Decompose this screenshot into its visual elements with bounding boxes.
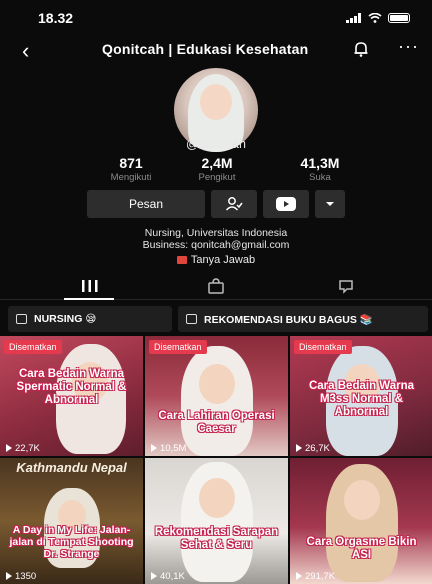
- content-tabs: [0, 274, 432, 300]
- video-caption: Cara Orgasme Bikin ASI: [306, 536, 417, 562]
- video-grid: Disematkan Cara Bedain Warna Spermatic N…: [0, 336, 432, 584]
- video-top-caption: Kathmandu Nepal: [16, 460, 127, 475]
- message-button[interactable]: Pesan: [87, 190, 205, 218]
- video-tile[interactable]: Rekomendasi Sarapan Sehat & Seru 40,1K: [145, 458, 288, 584]
- video-views: 10,5M: [151, 443, 186, 454]
- video-tile[interactable]: Disematkan Cara Bedain Warna M3ss Normal…: [290, 336, 432, 456]
- chevron-down-icon: [326, 202, 334, 206]
- playlist-icon: [16, 314, 27, 324]
- stat-likes-label: Suka: [309, 172, 331, 183]
- video-view-count: 10,5M: [160, 443, 187, 454]
- add-friend-icon: [225, 197, 243, 211]
- playlist-icon: [186, 314, 197, 324]
- video-caption: Cara Bedain Warna Spermatic Normal & Abn…: [16, 368, 127, 407]
- video-tile[interactable]: Disematkan Cara Lahiran Operasi Caesar 1…: [145, 336, 288, 456]
- video-caption: Cara Bedain Warna M3ss Normal & Abnormal: [308, 380, 415, 419]
- play-icon: [296, 444, 302, 453]
- pinned-badge: Disematkan: [294, 340, 352, 354]
- qa-label: Tanya Jawab: [190, 254, 256, 266]
- back-icon[interactable]: ‹: [22, 38, 29, 64]
- pinned-badge: Disematkan: [149, 340, 207, 354]
- video-caption: Rekomendasi Sarapan Sehat & Seru: [154, 526, 279, 552]
- status-icons: [346, 13, 410, 23]
- play-icon: [6, 444, 12, 453]
- avatar-face: [200, 84, 232, 120]
- more-options-icon[interactable]: ···: [398, 36, 419, 57]
- signal-icon: [346, 13, 361, 23]
- stat-following-value: 871: [119, 155, 143, 171]
- video-view-count: 1350: [15, 571, 37, 582]
- stat-following[interactable]: 871 Mengikuti: [96, 155, 166, 183]
- play-icon: [151, 444, 157, 453]
- play-icon: [296, 572, 302, 581]
- video-views: 26,7K: [296, 443, 330, 454]
- video-tile[interactable]: Cara Orgasme Bikin ASI 291,7K: [290, 458, 432, 584]
- message-button-label: Pesan: [128, 197, 164, 211]
- profile-stats: 871 Mengikuti 2,4M Pengikut 41,3M Suka: [0, 155, 432, 185]
- youtube-icon: [276, 197, 296, 211]
- video-views: 40,1K: [151, 571, 185, 582]
- video-tile[interactable]: Disematkan Cara Bedain Warna Spermatic N…: [0, 336, 143, 456]
- video-views: 22,7K: [6, 443, 40, 454]
- tab-shop-icon[interactable]: [206, 278, 226, 294]
- video-caption: Cara Lahiran Operasi Caesar: [158, 410, 275, 436]
- video-view-count: 291,7K: [305, 571, 336, 582]
- status-time: 18.32: [38, 10, 74, 26]
- video-person-face: [199, 364, 235, 404]
- profile-header: ‹ Qonitcah | Edukasi Kesehatan ···: [0, 36, 432, 64]
- tab-videos-icon[interactable]: [80, 278, 100, 294]
- play-icon: [151, 572, 157, 581]
- stat-following-label: Mengikuti: [110, 172, 152, 183]
- video-caption: A Day in My Life: Jalan-jalan di Tempat …: [9, 524, 134, 561]
- profile-title: Qonitcah | Edukasi Kesehatan: [102, 41, 309, 57]
- video-view-count: 26,7K: [305, 443, 330, 454]
- follow-friend-button[interactable]: [211, 190, 257, 218]
- stat-followers-value: 2,4M: [201, 155, 233, 171]
- video-view-count: 22,7K: [15, 443, 40, 454]
- youtube-button[interactable]: [263, 190, 309, 218]
- battery-icon: [388, 13, 410, 23]
- video-tile[interactable]: Kathmandu Nepal A Day in My Life: Jalan-…: [0, 458, 143, 584]
- stat-followers[interactable]: 2,4M Pengikut: [182, 155, 252, 183]
- playlist-books-label: REKOMENDASI BUKU BAGUS 📚: [204, 313, 373, 326]
- bio-line-2[interactable]: Business: qonitcah@gmail.com: [0, 239, 432, 251]
- stat-likes[interactable]: 41,3M Suka: [282, 155, 358, 183]
- tab-liked-icon[interactable]: [336, 278, 356, 294]
- qa-link[interactable]: Tanya Jawab: [0, 254, 432, 266]
- qa-icon: [176, 256, 187, 265]
- bio-line-1: Nursing, Universitas Indonesia: [144, 227, 288, 239]
- bell-icon[interactable]: [352, 40, 370, 58]
- stat-likes-value: 41,3M: [300, 155, 340, 171]
- dropdown-button[interactable]: [315, 190, 345, 218]
- video-person-face: [344, 480, 380, 520]
- play-icon: [6, 572, 12, 581]
- wifi-icon: [368, 13, 382, 23]
- tab-active-indicator: [64, 298, 114, 300]
- video-views: 1350: [6, 571, 36, 582]
- status-bar: 18.32: [0, 0, 432, 36]
- pinned-badge: Disematkan: [4, 340, 62, 354]
- video-person-face: [199, 478, 235, 518]
- stat-followers-label: Pengikut: [198, 172, 236, 183]
- playlist-book-recommendations[interactable]: REKOMENDASI BUKU BAGUS 📚: [178, 306, 428, 332]
- playlists-row: NURSING 😪 REKOMENDASI BUKU BAGUS 📚: [0, 306, 432, 334]
- profile-handle: @qonitcah: [186, 137, 246, 151]
- playlist-nursing-label: NURSING 😪: [34, 313, 97, 325]
- playlist-nursing[interactable]: NURSING 😪: [8, 306, 172, 332]
- video-views: 291,7K: [296, 571, 335, 582]
- video-view-count: 40,1K: [160, 571, 185, 582]
